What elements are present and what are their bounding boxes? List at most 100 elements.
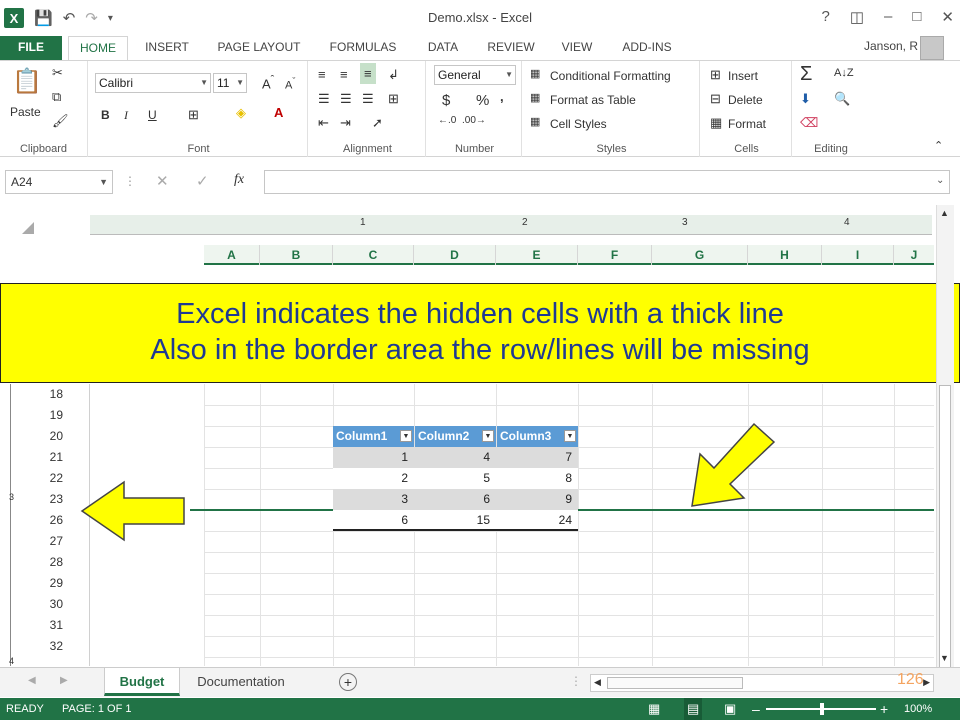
scroll-left-icon[interactable]: ◀ — [594, 677, 601, 688]
normal-view-icon[interactable]: ▦ — [648, 698, 660, 720]
currency-button[interactable]: $ — [442, 92, 450, 109]
column-header-b[interactable]: B — [260, 245, 333, 265]
borders-icon[interactable]: ⊞ — [188, 107, 199, 123]
table-cell[interactable]: 4 — [415, 447, 496, 468]
enter-icon[interactable]: ✓ — [196, 172, 209, 190]
scroll-right-icon[interactable]: ▶ — [923, 677, 930, 688]
outline-level-3[interactable]: 3 — [9, 492, 14, 502]
table-cell[interactable]: 6 — [415, 489, 496, 510]
orientation-icon[interactable]: ➚ — [372, 115, 383, 131]
table-cell[interactable]: 3 — [333, 489, 414, 510]
increase-indent-icon[interactable]: ⇥ — [340, 115, 351, 131]
zoom-slider-thumb[interactable] — [820, 703, 824, 715]
tab-view[interactable]: VIEW — [552, 36, 602, 60]
zoom-level[interactable]: 100% — [904, 698, 932, 720]
row-header[interactable]: 31 — [40, 615, 65, 636]
scroll-up-icon[interactable]: ▲ — [940, 208, 949, 218]
table-total-cell[interactable]: 6 — [333, 510, 414, 531]
collapse-ribbon-icon[interactable]: ⌃ — [934, 139, 943, 152]
row-header[interactable]: 29 — [40, 573, 65, 594]
format-button[interactable]: Format — [728, 117, 766, 131]
outline-level-4[interactable]: 4 — [9, 656, 14, 666]
table-cell[interactable]: 5 — [415, 468, 496, 489]
font-family-select[interactable]: Calibri ▼ — [95, 73, 211, 93]
next-sheet-icon[interactable]: ▶ — [60, 675, 68, 686]
align-middle-icon[interactable]: ≡ — [340, 67, 348, 82]
table-total-cell[interactable]: 24 — [497, 510, 578, 531]
horizontal-scrollbar[interactable]: ◀ 126 ▶ — [590, 671, 934, 692]
format-as-table-button[interactable]: Format as Table — [550, 93, 636, 107]
wrap-text-icon[interactable]: ↲ — [388, 67, 399, 83]
number-format-select[interactable]: General ▼ — [434, 65, 516, 85]
tab-add-ins[interactable]: ADD-INS — [610, 36, 684, 60]
filter-dropdown-icon[interactable]: ▼ — [400, 430, 412, 442]
help-icon[interactable]: ? — [821, 8, 829, 26]
copy-icon[interactable]: ⧉ — [52, 89, 61, 105]
format-painter-icon[interactable]: 🖌 — [52, 113, 69, 129]
conditional-formatting-button[interactable]: Conditional Formatting — [550, 69, 671, 83]
tab-formulas[interactable]: FORMULAS — [318, 36, 408, 60]
align-top-icon[interactable]: ≡ — [318, 67, 326, 82]
scroll-thumb[interactable] — [607, 677, 743, 689]
filter-dropdown-icon[interactable]: ▼ — [482, 430, 494, 442]
user-name[interactable]: Janson, R — [864, 39, 918, 53]
row-header[interactable]: 27 — [40, 531, 65, 552]
table-header-column1[interactable]: Column1 ▼ — [333, 426, 414, 447]
sheet-tab-documentation[interactable]: Documentation — [182, 668, 300, 696]
column-header-e[interactable]: E — [496, 245, 578, 265]
name-box[interactable]: A24 ▼ — [5, 170, 113, 194]
decrease-decimal-icon[interactable]: .00→ — [462, 115, 486, 126]
minimize-icon[interactable]: – — [884, 8, 892, 26]
filter-dropdown-icon[interactable]: ▼ — [564, 430, 576, 442]
fill-icon[interactable]: ⬇ — [800, 91, 811, 107]
select-all-corner[interactable] — [22, 222, 34, 234]
row-header[interactable]: 22 — [40, 468, 65, 489]
row-header[interactable]: 18 — [40, 384, 65, 405]
tab-data[interactable]: DATA — [416, 36, 470, 60]
font-color-icon[interactable]: A — [274, 105, 283, 120]
ribbon-display-icon[interactable]: ◫ — [850, 8, 864, 26]
column-header-h[interactable]: H — [748, 245, 822, 265]
cell-styles-button[interactable]: Cell Styles — [550, 117, 607, 131]
tab-file[interactable]: FILE — [0, 36, 62, 60]
delete-button[interactable]: Delete — [728, 93, 763, 107]
fill-color-icon[interactable]: ◈ — [236, 105, 246, 121]
paste-icon[interactable]: 📋 — [12, 67, 42, 96]
column-header-g[interactable]: G — [652, 245, 748, 265]
align-right-icon[interactable]: ☰ — [362, 91, 374, 107]
cancel-icon[interactable]: ✕ — [156, 172, 169, 190]
prev-sheet-icon[interactable]: ◀ — [28, 675, 36, 686]
column-header-i[interactable]: I — [822, 245, 894, 265]
align-center-icon[interactable]: ☰ — [340, 91, 352, 107]
bold-button[interactable]: B — [101, 108, 110, 122]
tab-page-layout[interactable]: PAGE LAYOUT — [208, 36, 310, 60]
maximize-icon[interactable]: □ — [912, 8, 921, 26]
tab-home[interactable]: HOME — [68, 36, 128, 61]
chevron-down-icon[interactable]: ▼ — [99, 171, 108, 193]
table-total-cell[interactable]: 15 — [415, 510, 496, 531]
zoom-out-icon[interactable]: – — [752, 698, 760, 720]
cut-icon[interactable]: ✂ — [52, 65, 63, 81]
insert-button[interactable]: Insert — [728, 69, 758, 83]
table-header-column2[interactable]: Column2 ▼ — [415, 426, 496, 447]
increase-decimal-icon[interactable]: ←.0 — [438, 115, 456, 126]
column-header-f[interactable]: F — [578, 245, 652, 265]
row-header[interactable]: 23 — [40, 489, 65, 510]
align-left-icon[interactable]: ☰ — [318, 91, 330, 107]
table-cell[interactable]: 8 — [497, 468, 578, 489]
insert-function-icon[interactable]: fx — [234, 172, 244, 188]
add-sheet-button[interactable]: + — [339, 673, 357, 691]
expand-formula-icon[interactable]: ⌄ — [936, 175, 944, 186]
column-header-c[interactable]: C — [333, 245, 414, 265]
tab-insert[interactable]: INSERT — [134, 36, 200, 60]
decrease-font-icon[interactable]: Aˇ — [285, 76, 295, 92]
sheet-tab-budget[interactable]: Budget — [104, 668, 180, 696]
avatar[interactable] — [920, 36, 944, 60]
italic-button[interactable]: I — [124, 108, 128, 123]
zoom-in-icon[interactable]: + — [880, 698, 888, 720]
row-header[interactable]: 26 — [40, 510, 65, 531]
row-header[interactable]: 19 — [40, 405, 65, 426]
find-select-icon[interactable]: 🔍 — [834, 91, 850, 107]
font-size-select[interactable]: 11 ▼ — [213, 73, 247, 93]
comma-style-icon[interactable]: , — [500, 89, 504, 104]
